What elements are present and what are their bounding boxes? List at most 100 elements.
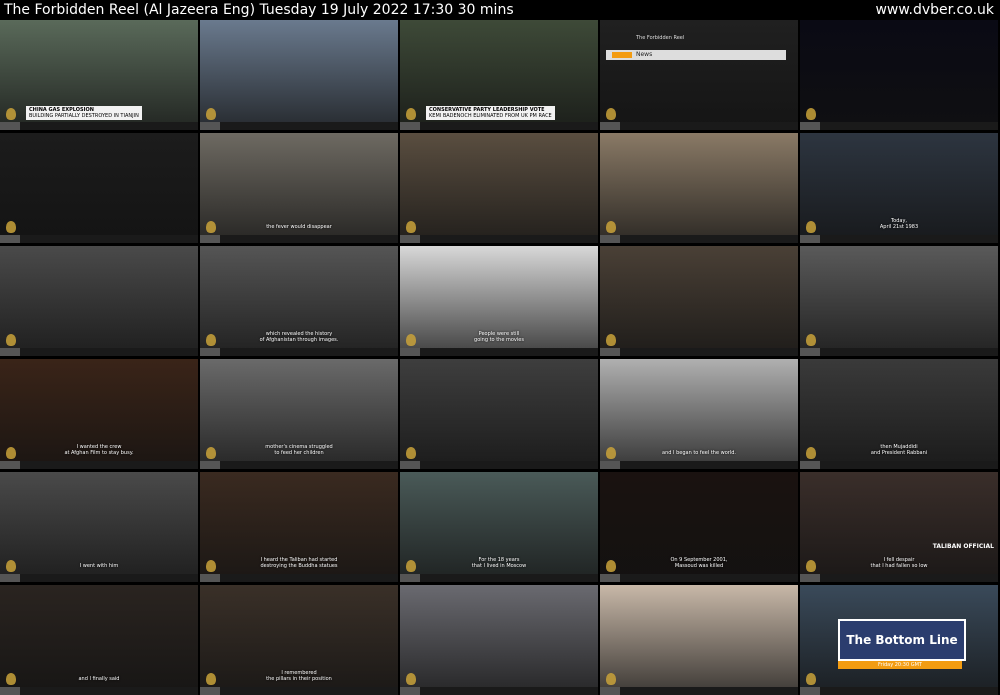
- channel-logo-icon: [6, 108, 16, 120]
- news-ticker: [400, 122, 598, 130]
- subtitle-caption: I heard the Taliban had started destroyi…: [260, 557, 338, 569]
- thumbnail-frame[interactable]: The Forbidden Reel News: [600, 20, 798, 130]
- thumbnail-frame[interactable]: [400, 585, 598, 695]
- thumbnail-frame[interactable]: CONSERVATIVE PARTY LEADERSHIP VOTE KEMI B…: [400, 20, 598, 130]
- subtitle-caption: mother's cinema struggled to feed her ch…: [265, 444, 333, 456]
- subtitle-caption: which revealed the history of Afghanista…: [259, 331, 339, 343]
- thumbnail-frame[interactable]: the fever would disappear: [200, 133, 398, 243]
- programme-title: The Forbidden Reel (Al Jazeera Eng) Tues…: [4, 2, 514, 18]
- channel-logo-icon: [806, 334, 816, 346]
- thumbnail-frame[interactable]: [200, 20, 398, 130]
- channel-logo-icon: [806, 673, 816, 685]
- channel-logo-icon: [6, 334, 16, 346]
- news-ticker: [800, 235, 998, 243]
- thumbnail-frame[interactable]: I remembered the pillars in their positi…: [200, 585, 398, 695]
- news-ticker: [600, 122, 798, 130]
- subtitle-caption: Today, April 21st 1983: [879, 218, 919, 230]
- channel-logo-icon: [206, 108, 216, 120]
- thumbnail-frame[interactable]: mother's cinema struggled to feed her ch…: [200, 359, 398, 469]
- thumbnail-frame[interactable]: TALIBAN OFFICIAL I fell despair that I ha…: [800, 472, 998, 582]
- thumbnail-frame[interactable]: which revealed the history of Afghanista…: [200, 246, 398, 356]
- news-ticker: [0, 348, 198, 356]
- schedule-now-label: The Forbidden Reel: [636, 35, 685, 41]
- thumbnail-frame[interactable]: and I began to feel the world.: [600, 359, 798, 469]
- thumbnail-frame[interactable]: and I finally said: [0, 585, 198, 695]
- news-ticker: [600, 461, 798, 469]
- news-ticker: [600, 348, 798, 356]
- subtitle-caption: I wanted the crew at Afghan Film to stay…: [64, 444, 134, 456]
- subtitle-caption: For the 18 years that I lived in Moscow: [471, 557, 527, 569]
- thumbnail-frame[interactable]: [600, 585, 798, 695]
- news-ticker: [0, 574, 198, 582]
- channel-logo-icon: [6, 447, 16, 459]
- channel-logo-icon: [606, 334, 616, 346]
- frame-image: [600, 585, 798, 695]
- news-ticker: [200, 235, 398, 243]
- frame-image: [400, 133, 598, 243]
- channel-logo-icon: [206, 560, 216, 572]
- lower-third-subhead: BUILDING PARTIALLY DESTROYED IN TIANJIN: [29, 113, 139, 119]
- channel-logo-icon: [606, 221, 616, 233]
- thumbnail-frame[interactable]: I wanted the crew at Afghan Film to stay…: [0, 359, 198, 469]
- news-lower-third: CHINA GAS EXPLOSION BUILDING PARTIALLY DE…: [26, 106, 142, 120]
- news-ticker: [600, 574, 798, 582]
- news-ticker: [200, 687, 398, 695]
- thumbnail-frame[interactable]: CHINA GAS EXPLOSION BUILDING PARTIALLY DE…: [0, 20, 198, 130]
- site-link[interactable]: www.dvber.co.uk: [875, 0, 994, 20]
- thumbnail-frame[interactable]: People were still going to the movies: [400, 246, 598, 356]
- frame-image: [400, 359, 598, 469]
- thumbnail-frame[interactable]: [800, 20, 998, 130]
- channel-logo-icon: [606, 108, 616, 120]
- subtitle-caption: People were still going to the movies: [474, 331, 524, 343]
- news-ticker: [600, 687, 798, 695]
- thumbnail-frame[interactable]: [800, 246, 998, 356]
- news-ticker: [0, 687, 198, 695]
- frame-image: [600, 246, 798, 356]
- thumbnail-frame[interactable]: [0, 133, 198, 243]
- thumbnail-frame[interactable]: I heard the Taliban had started destroyi…: [200, 472, 398, 582]
- subtitle-caption: I went with him: [79, 563, 119, 569]
- channel-logo-icon: [806, 560, 816, 572]
- schedule-next-bar: News: [606, 50, 786, 60]
- channel-logo-icon: [6, 673, 16, 685]
- thumbnail-frame[interactable]: [400, 359, 598, 469]
- header-bar: The Forbidden Reel (Al Jazeera Eng) Tues…: [0, 0, 1000, 20]
- news-lower-third: CONSERVATIVE PARTY LEADERSHIP VOTE KEMI B…: [426, 106, 555, 120]
- news-ticker: [200, 461, 398, 469]
- news-ticker: [400, 348, 598, 356]
- news-ticker: [400, 687, 598, 695]
- channel-logo-icon: [406, 560, 416, 572]
- news-ticker: [0, 235, 198, 243]
- subtitle-caption: the fever would disappear: [266, 224, 332, 230]
- channel-logo-icon: [406, 108, 416, 120]
- thumbnail-frame[interactable]: [0, 246, 198, 356]
- channel-logo-icon: [206, 221, 216, 233]
- channel-logo-icon: [606, 673, 616, 685]
- thumbnail-frame[interactable]: then Mujaddidi and President Rabbani: [800, 359, 998, 469]
- news-ticker: [0, 122, 198, 130]
- thumbnail-frame[interactable]: [600, 133, 798, 243]
- subtitle-caption: I fell despair that I had fallen so low: [870, 557, 928, 569]
- frame-image: [0, 133, 198, 243]
- subtitle-caption: I remembered the pillars in their positi…: [266, 670, 332, 682]
- news-ticker: [0, 461, 198, 469]
- channel-logo-icon: [406, 447, 416, 459]
- channel-logo-icon: [206, 673, 216, 685]
- channel-logo-icon: [606, 447, 616, 459]
- news-ticker: [400, 574, 598, 582]
- thumbnail-frame[interactable]: For the 18 years that I lived in Moscow: [400, 472, 598, 582]
- thumbnail-frame[interactable]: I went with him: [0, 472, 198, 582]
- thumbnail-frame[interactable]: [400, 133, 598, 243]
- thumbnail-frame[interactable]: [600, 246, 798, 356]
- thumbnail-frame[interactable]: Today, April 21st 1983: [800, 133, 998, 243]
- frame-image: [400, 585, 598, 695]
- lower-third-subhead: KEMI BADENOCH ELIMINATED FROM UK PM RACE: [429, 113, 552, 119]
- news-ticker: [400, 461, 598, 469]
- speaker-tag: TALIBAN OFFICIAL: [932, 543, 994, 550]
- channel-logo-icon: [206, 334, 216, 346]
- channel-logo-icon: [406, 221, 416, 233]
- news-ticker: [200, 122, 398, 130]
- news-ticker: [800, 574, 998, 582]
- thumbnail-frame[interactable]: On 9 September 2001, Massoud was killed: [600, 472, 798, 582]
- thumbnail-frame[interactable]: The Bottom Line Friday 20:30 GMT: [800, 585, 998, 695]
